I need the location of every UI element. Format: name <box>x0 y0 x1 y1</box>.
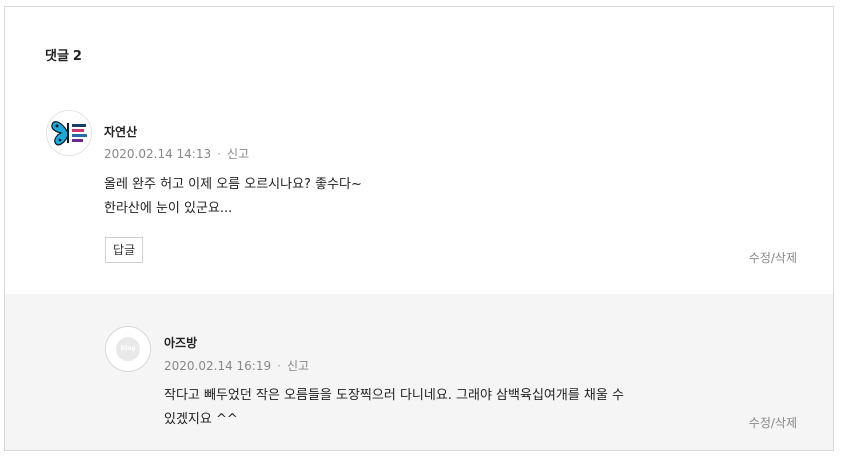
comment-text: 올레 완주 허고 이제 오름 오르시나요? 좋수다~ 한라산에 눈이 있군요..… <box>104 173 704 221</box>
comment-line: 올레 완주 허고 이제 오름 오르시나요? 좋수다~ <box>104 177 362 192</box>
edit-delete-link[interactable]: 수정/삭제 <box>749 249 797 266</box>
comments-label: 댓글 <box>45 49 69 64</box>
comment-author[interactable]: 자연산 <box>104 123 137 140</box>
comments-section: 댓글 2 자연산 2020.02.14 14:13 · 신고 올레 완주 허고 이제 … <box>4 6 834 451</box>
comments-count-number: 2 <box>72 49 82 64</box>
edit-delete-link[interactable]: 수정/삭제 <box>749 414 797 431</box>
meta-separator: · <box>217 147 221 161</box>
comment-item: 자연산 2020.02.14 14:13 · 신고 올레 완주 허고 이제 오름 오… <box>5 103 833 294</box>
report-link[interactable]: 신고 <box>227 147 249 161</box>
comments-count: 댓글 2 <box>45 45 82 64</box>
reply-author[interactable]: 아즈방 <box>164 334 197 351</box>
reply-date: 2020.02.14 16:19 <box>164 359 272 373</box>
reply-line: 작다고 빼두었던 작은 오름들을 도장찍으러 다니네요. 그래야 삼백육십여개를… <box>164 388 624 403</box>
avatar[interactable]: Blog <box>105 326 151 372</box>
meta-separator: · <box>277 359 281 373</box>
comment-meta: 2020.02.14 14:13 · 신고 <box>104 145 249 162</box>
butterfly-icon <box>47 111 91 155</box>
avatar-text: Blog <box>116 337 140 361</box>
reply-text: 작다고 빼두었던 작은 오름들을 도장찍으러 다니네요. 그래야 삼백육십여개를… <box>164 384 704 432</box>
blog-default-icon: Blog <box>106 327 150 371</box>
reply-button[interactable]: 답글 <box>105 237 144 263</box>
report-link[interactable]: 신고 <box>287 359 309 373</box>
comment-line: 한라산에 눈이 있군요... <box>104 201 233 216</box>
avatar[interactable] <box>46 110 92 156</box>
reply-line: 있겠지요 ^^ <box>164 412 238 427</box>
reply-meta: 2020.02.14 16:19 · 신고 <box>164 357 309 374</box>
reply-item: Blog 아즈방 2020.02.14 16:19 · 신고 작다고 빼두었던 작은… <box>5 294 833 450</box>
comment-date: 2020.02.14 14:13 <box>104 147 212 161</box>
